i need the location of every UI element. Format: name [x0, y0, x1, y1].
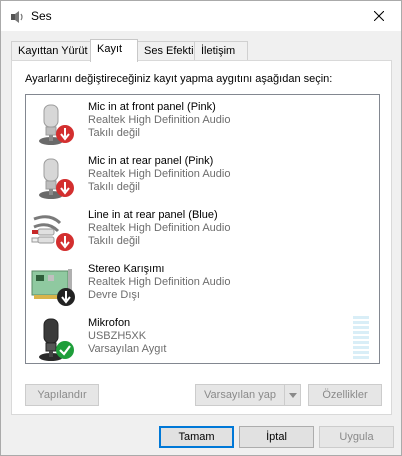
set-default-label: Varsayılan yap	[204, 389, 276, 401]
list-item[interactable]: Line in at rear panel (Blue) Realtek Hig…	[26, 203, 379, 257]
device-name: Mic in at rear panel (Pink)	[88, 155, 214, 167]
list-item[interactable]: Stereo Karışımı Realtek High Definition …	[26, 257, 379, 311]
configure-button[interactable]: Yapılandır	[25, 384, 99, 406]
level-meter	[353, 316, 369, 359]
device-name: Mic in at front panel (Pink)	[88, 101, 216, 113]
device-driver: USBZH5XK	[88, 330, 147, 342]
unplugged-badge-icon	[56, 125, 74, 143]
device-status: Takılı değil	[88, 235, 140, 247]
device-name: Stereo Karışımı	[88, 263, 165, 275]
set-default-button[interactable]: Varsayılan yap	[195, 384, 301, 406]
default-check-badge-icon	[56, 341, 74, 359]
device-status: Takılı değil	[88, 127, 140, 139]
list-item[interactable]: Mic in at front panel (Pink) Realtek Hig…	[26, 95, 379, 149]
close-icon	[374, 11, 384, 21]
unplugged-badge-icon	[56, 233, 74, 251]
microphone-icon	[39, 104, 74, 145]
device-list[interactable]: Mic in at front panel (Pink) Realtek Hig…	[25, 94, 380, 364]
device-status: Varsayılan Aygıt	[88, 343, 167, 355]
tab-communications[interactable]: İletişim	[194, 41, 248, 61]
disabled-badge-icon	[57, 288, 75, 306]
rca-cable-icon	[31, 215, 74, 251]
instruction-text: Ayarlarını değiştireceğiniz kayıt yapma …	[25, 73, 333, 85]
list-item[interactable]: Mic in at rear panel (Pink) Realtek High…	[26, 149, 379, 203]
device-text: Line in at rear panel (Blue) Realtek Hig…	[88, 209, 230, 248]
device-driver: Realtek High Definition Audio	[88, 222, 231, 234]
device-driver: Realtek High Definition Audio	[88, 276, 231, 288]
device-name: Mikrofon	[88, 317, 131, 329]
device-text: Mic in at front panel (Pink) Realtek Hig…	[88, 101, 230, 140]
apply-button[interactable]: Uygula	[319, 426, 394, 448]
ok-button[interactable]: Tamam	[159, 426, 234, 448]
close-button[interactable]	[357, 1, 401, 31]
device-text: Mic in at rear panel (Pink) Realtek High…	[88, 155, 230, 194]
window-title: Ses	[31, 9, 52, 23]
chevron-down-icon[interactable]	[284, 385, 300, 405]
microphone-icon	[39, 318, 74, 361]
list-item[interactable]: Mikrofon USBZH5XK Varsayılan Aygıt	[26, 311, 379, 363]
cancel-button[interactable]: İptal	[239, 426, 314, 448]
title-bar[interactable]: Ses	[1, 1, 401, 31]
tab-playback[interactable]: Kayıttan Yürüt	[11, 41, 91, 61]
device-driver: Realtek High Definition Audio	[88, 168, 231, 180]
microphone-icon	[39, 158, 74, 199]
device-status: Devre Dışı	[88, 289, 140, 301]
properties-button[interactable]: Özellikler	[308, 384, 382, 406]
tab-sound-effects[interactable]: Ses Efekti	[137, 41, 195, 61]
device-text: Stereo Karışımı Realtek High Definition …	[88, 263, 230, 302]
sound-card-icon	[31, 269, 75, 306]
device-status: Takılı değil	[88, 181, 140, 193]
sound-dialog: Ses Kayıttan Yürüt Kayıt Ses Efekti İlet…	[0, 0, 402, 456]
tab-recording[interactable]: Kayıt	[90, 39, 138, 62]
recording-panel: Ayarlarını değiştireceğiniz kayıt yapma …	[11, 60, 392, 415]
device-text: Mikrofon USBZH5XK Varsayılan Aygıt	[88, 317, 166, 356]
device-name: Line in at rear panel (Blue)	[88, 209, 218, 221]
device-driver: Realtek High Definition Audio	[88, 114, 231, 126]
speaker-icon	[11, 11, 23, 23]
unplugged-badge-icon	[56, 179, 74, 197]
